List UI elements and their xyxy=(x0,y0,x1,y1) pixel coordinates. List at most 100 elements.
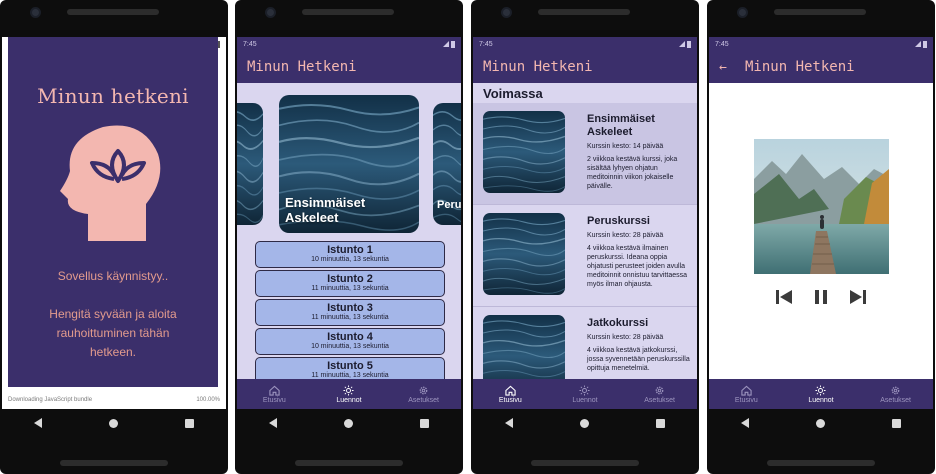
tab-lectures[interactable]: Luennot xyxy=(791,384,851,404)
earpiece-speaker xyxy=(774,9,866,15)
carousel-card-prev[interactable] xyxy=(237,103,263,225)
course-item-2[interactable]: Peruskurssi Kurssin kesto: 28 päivää 4 v… xyxy=(473,205,697,306)
tab-lectures[interactable]: Luennot xyxy=(555,384,615,404)
back-nav-icon[interactable] xyxy=(504,418,513,428)
recents-nav-icon[interactable] xyxy=(185,418,195,428)
splash-screen: 7:45 Minun hetkeni Sovellus käynnistyy..… xyxy=(2,37,226,409)
back-nav-icon[interactable] xyxy=(33,418,42,428)
earpiece-speaker xyxy=(538,9,630,15)
tab-label: Asetukset xyxy=(408,396,440,404)
course-item-3[interactable]: Jatkokurssi Kurssin kesto: 28 päivää 4 v… xyxy=(473,307,697,379)
download-percent: 100.00% xyxy=(196,397,220,403)
course-image xyxy=(483,213,565,295)
course-text: Jatkokurssi Kurssin kesto: 28 päivää 4 v… xyxy=(587,317,691,373)
system-nav xyxy=(0,412,228,434)
session-duration: 11 minuuttia, 13 sekuntia xyxy=(311,314,389,321)
recents-nav-icon[interactable] xyxy=(420,418,430,428)
bottom-speaker xyxy=(531,460,639,466)
gear-icon xyxy=(655,386,664,394)
course-description: 4 viikkoa kestävä jatkokurssi, jossa syv… xyxy=(587,347,690,372)
status-bar: 7:45 xyxy=(473,37,697,51)
home-nav-icon[interactable] xyxy=(108,418,118,428)
section-title: Voimassa xyxy=(483,85,543,101)
recents-nav-icon[interactable] xyxy=(892,418,902,428)
status-time: 7:45 xyxy=(479,40,493,48)
lectures-content: Ensimmäiset Askeleet Peru Istunto 1 10 mi… xyxy=(237,83,461,379)
session-button-4[interactable]: Istunto 4 10 minuuttia, 13 sekuntia xyxy=(255,328,445,355)
session-button-2[interactable]: Istunto 2 11 minuuttia, 13 sekuntia xyxy=(255,270,445,297)
courses-screen: 7:45 Minun Hetkeni Voimassa Ensimmäiset … xyxy=(473,37,697,409)
tab-home[interactable]: Etusivu xyxy=(244,385,304,404)
status-time: 7:45 xyxy=(243,40,257,48)
course-duration: Kurssin kesto: 14 päivää xyxy=(587,143,664,150)
phone-player: 7:45 ← Minun Hetkeni Etusivu Luennot Ase… xyxy=(707,0,935,474)
carousel-card-main[interactable]: Ensimmäiset Askeleet xyxy=(279,95,419,233)
pause-icon[interactable] xyxy=(812,289,830,305)
course-duration: Kurssin kesto: 28 päivää xyxy=(587,334,664,341)
session-title: Istunto 4 xyxy=(327,331,373,343)
course-duration: Kurssin kesto: 28 päivää xyxy=(587,232,664,239)
phone-courses: 7:45 Minun Hetkeni Voimassa Ensimmäiset … xyxy=(471,0,699,474)
course-title: Ensimmäiset Askeleet xyxy=(587,113,655,138)
back-nav-icon[interactable] xyxy=(268,418,277,428)
lake-scene-image xyxy=(754,139,889,274)
status-bar: 7:45 xyxy=(237,37,461,51)
phone-splash: 7:45 Minun hetkeni Sovellus käynnistyy..… xyxy=(0,0,228,474)
session-title: Istunto 5 xyxy=(327,360,373,372)
tab-lectures[interactable]: Luennot xyxy=(319,384,379,404)
back-nav-icon[interactable] xyxy=(740,418,749,428)
gear-icon xyxy=(419,386,428,394)
home-nav-icon[interactable] xyxy=(815,418,825,428)
home-nav-icon[interactable] xyxy=(579,418,589,428)
home-icon xyxy=(505,385,516,396)
skip-previous-icon[interactable] xyxy=(775,289,793,305)
session-duration: 10 minuuttia, 13 sekuntia xyxy=(311,256,389,263)
session-list: Istunto 1 10 minuuttia, 13 sekuntia Istun… xyxy=(255,241,445,379)
back-arrow-icon[interactable]: ← xyxy=(719,60,737,75)
session-duration: 11 minuuttia, 13 sekuntia xyxy=(311,372,389,379)
course-item-1[interactable]: Ensimmäiset Askeleet Kurssin kesto: 14 p… xyxy=(473,103,697,204)
front-camera xyxy=(501,7,512,18)
session-button-3[interactable]: Istunto 3 11 minuuttia, 13 sekuntia xyxy=(255,299,445,326)
status-icons xyxy=(443,40,455,48)
gear-icon xyxy=(891,386,900,394)
front-camera xyxy=(265,7,276,18)
session-button-1[interactable]: Istunto 1 10 minuuttia, 13 sekuntia xyxy=(255,241,445,268)
tab-settings[interactable]: Asetukset xyxy=(866,385,926,404)
tab-settings[interactable]: Asetukset xyxy=(394,385,454,404)
home-icon xyxy=(269,385,280,396)
splash-panel: Minun hetkeni Sovellus käynnistyy.. Heng… xyxy=(8,37,218,387)
session-title: Istunto 2 xyxy=(327,273,373,285)
player-content xyxy=(709,83,933,379)
tab-label: Etusivu xyxy=(734,396,758,404)
home-nav-icon[interactable] xyxy=(343,418,353,428)
recents-nav-icon[interactable] xyxy=(656,418,666,428)
carousel-card-next[interactable]: Peru xyxy=(433,103,461,225)
bottom-speaker xyxy=(767,460,875,466)
app-bar: Minun Hetkeni xyxy=(237,51,461,83)
session-duration: 11 minuuttia, 13 sekuntia xyxy=(311,285,389,292)
session-button-5[interactable]: Istunto 5 11 minuuttia, 13 sekuntia xyxy=(255,357,445,379)
course-description: 2 viikkoa kestävä kurssi, joka sisältää … xyxy=(587,156,678,190)
course-image xyxy=(483,315,565,379)
tab-home[interactable]: Etusivu xyxy=(716,385,776,404)
tab-home[interactable]: Etusivu xyxy=(480,385,540,404)
tab-label: Asetukset xyxy=(644,396,676,404)
system-nav xyxy=(471,412,699,434)
sun-icon xyxy=(579,384,591,396)
water-image xyxy=(237,103,263,225)
course-text: Ensimmäiset Askeleet Kurssin kesto: 14 p… xyxy=(587,113,691,191)
tab-settings[interactable]: Asetukset xyxy=(630,385,690,404)
splash-message: Hengitä syvään ja aloita rauhoittuminen … xyxy=(49,307,177,359)
player-screen: 7:45 ← Minun Hetkeni Etusivu Luennot Ase… xyxy=(709,37,933,409)
lake-image xyxy=(754,139,889,274)
app-bar: Minun Hetkeni xyxy=(473,51,697,83)
bottom-tab-bar: Etusivu Luennot Asetukset xyxy=(473,379,697,409)
skip-next-icon[interactable] xyxy=(849,289,867,305)
sun-icon xyxy=(343,384,355,396)
course-title: Peruskurssi xyxy=(587,215,650,227)
bottom-tab-bar: Etusivu Luennot Asetukset xyxy=(237,379,461,409)
status-bar: 7:45 xyxy=(709,37,933,51)
playback-controls xyxy=(775,289,867,305)
bottom-speaker xyxy=(295,460,403,466)
